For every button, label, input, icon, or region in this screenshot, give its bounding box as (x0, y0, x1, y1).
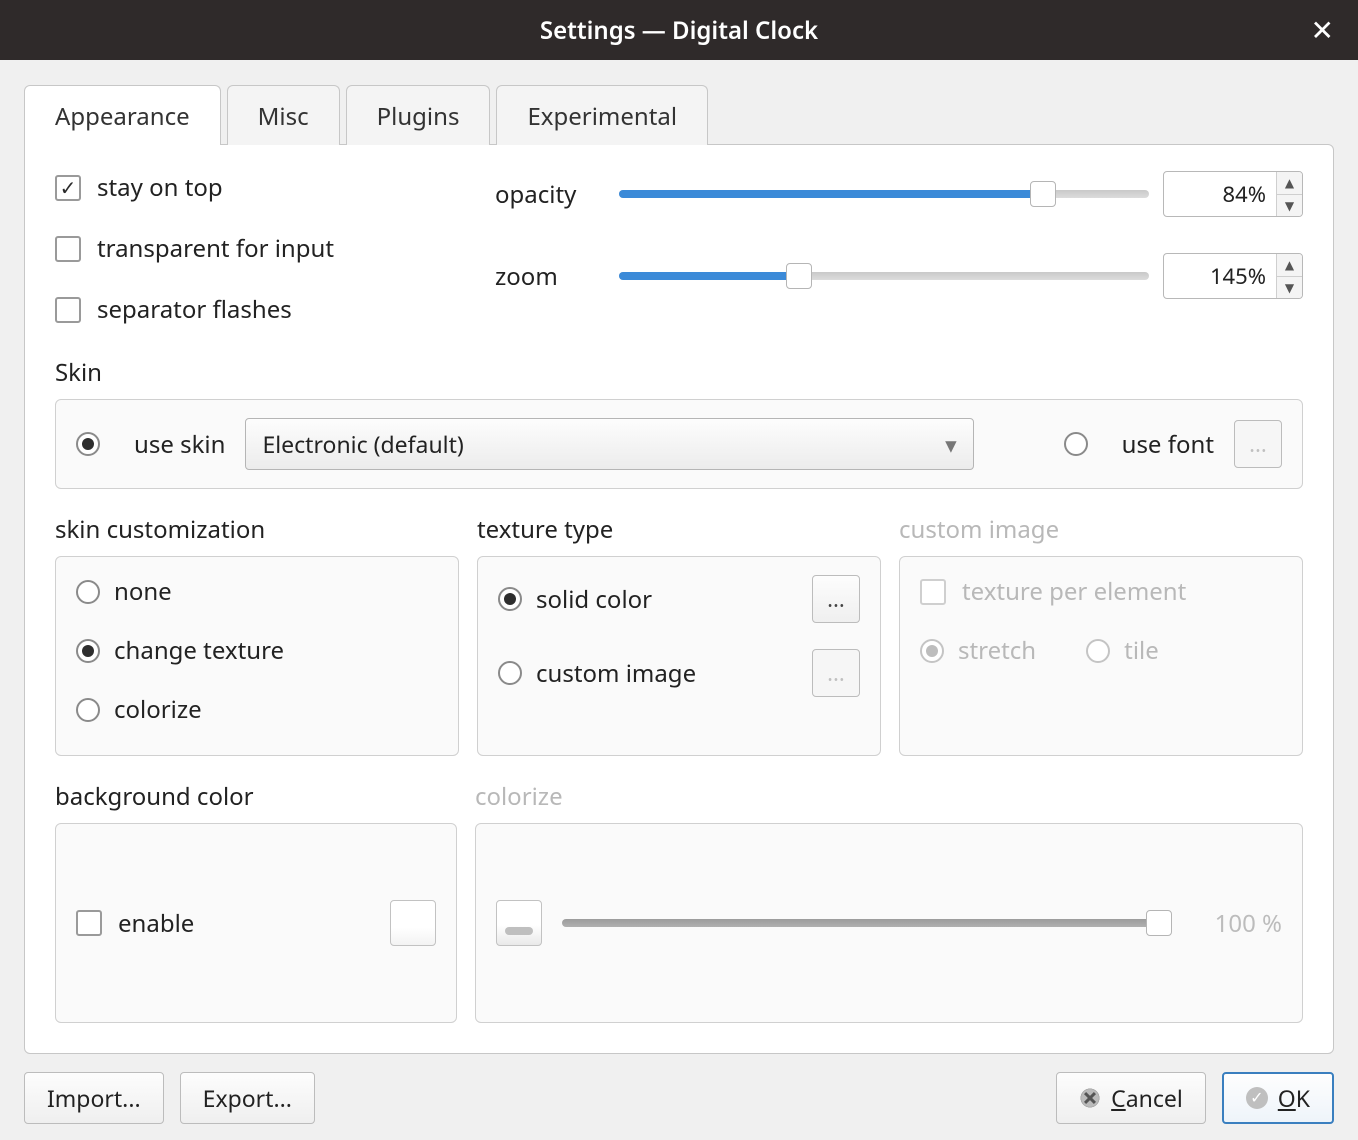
zoom-spin-down[interactable]: ▼ (1277, 277, 1302, 299)
solid-color-picker-button[interactable]: ... (812, 575, 860, 623)
zoom-value[interactable]: 145% (1164, 254, 1276, 298)
content-area: Appearance Misc Plugins Experimental sta… (0, 60, 1358, 1140)
use-skin-radio[interactable] (76, 432, 100, 456)
ok-button[interactable]: OK (1222, 1072, 1334, 1124)
window-options: stay on top transparent for input separa… (55, 171, 475, 326)
colorize-section-label: colorize (475, 780, 1303, 813)
tab-misc[interactable]: Misc (227, 85, 340, 145)
opacity-spin-down[interactable]: ▼ (1277, 195, 1302, 217)
skin-dropdown-value: Electronic (default) (262, 428, 463, 460)
cancel-button[interactable]: Cancel (1056, 1072, 1206, 1124)
close-icon[interactable]: ✕ (1311, 11, 1334, 49)
button-bar: Import... Export... Cancel OK (24, 1072, 1334, 1124)
use-skin-label: use skin (134, 428, 225, 461)
colorize-slider-thumb (1146, 910, 1172, 936)
custom-image-stretch-radio (920, 639, 944, 663)
skin-cust-none-label: none (114, 575, 172, 608)
skin-customization-label: skin customization (55, 513, 459, 546)
cancel-icon (1079, 1087, 1101, 1109)
custom-image-stretch-label: stretch (958, 634, 1036, 667)
custom-image-groupbox: texture per element stretch tile (899, 556, 1303, 756)
skin-cust-colorize-label: colorize (114, 693, 202, 726)
opacity-value[interactable]: 84% (1164, 172, 1276, 216)
skin-groupbox: use skin Electronic (default) ▾ use font… (55, 399, 1303, 489)
opacity-spin-up[interactable]: ▲ (1277, 172, 1302, 195)
texture-per-element-checkbox (920, 579, 946, 605)
tab-panel-appearance: stay on top transparent for input separa… (24, 144, 1334, 1054)
skin-cust-change-texture-label: change texture (114, 634, 284, 667)
custom-image-tile-label: tile (1124, 634, 1159, 667)
zoom-slider[interactable] (619, 272, 1149, 280)
custom-image-picker-button: ... (812, 649, 860, 697)
colorize-swatch (496, 900, 542, 946)
opacity-slider-thumb[interactable] (1030, 181, 1056, 207)
tab-bar: Appearance Misc Plugins Experimental (24, 84, 1334, 144)
transparent-for-input-checkbox[interactable] (55, 236, 81, 262)
zoom-spin-up[interactable]: ▲ (1277, 254, 1302, 277)
use-font-radio[interactable] (1064, 432, 1088, 456)
background-color-section-label: background color (55, 780, 457, 813)
titlebar: Settings — Digital Clock ✕ (0, 0, 1358, 60)
texture-solid-color-label: solid color (536, 583, 652, 616)
skin-cust-change-texture-radio[interactable] (76, 639, 100, 663)
export-button[interactable]: Export... (180, 1072, 315, 1124)
skin-cust-none-radio[interactable] (76, 580, 100, 604)
chevron-down-icon: ▾ (945, 428, 957, 460)
bg-enable-checkbox[interactable] (76, 910, 102, 936)
bg-color-swatch[interactable] (390, 900, 436, 946)
zoom-label: zoom (495, 260, 605, 293)
ok-icon (1246, 1087, 1268, 1109)
opacity-slider[interactable] (619, 190, 1149, 198)
zoom-slider-thumb[interactable] (786, 263, 812, 289)
bg-enable-label: enable (118, 907, 194, 940)
texture-type-groupbox: solid color ... custom image ... (477, 556, 881, 756)
skin-section-label: Skin (55, 356, 1303, 389)
custom-image-section-label: custom image (899, 513, 1303, 546)
import-button[interactable]: Import... (24, 1072, 164, 1124)
background-color-groupbox: enable (55, 823, 457, 1023)
colorize-slider (562, 919, 1172, 927)
opacity-spinbox[interactable]: 84% ▲ ▼ (1163, 171, 1303, 217)
transparent-for-input-label: transparent for input (97, 232, 334, 265)
skin-dropdown[interactable]: Electronic (default) ▾ (245, 418, 973, 470)
use-font-label: use font (1122, 428, 1214, 461)
font-picker-button[interactable]: ... (1234, 420, 1282, 468)
window-title: Settings — Digital Clock (540, 14, 818, 47)
zoom-spinbox[interactable]: 145% ▲ ▼ (1163, 253, 1303, 299)
skin-cust-colorize-radio[interactable] (76, 698, 100, 722)
texture-per-element-label: texture per element (962, 575, 1186, 608)
tab-experimental[interactable]: Experimental (496, 85, 708, 145)
colorize-groupbox: 100 % (475, 823, 1303, 1023)
texture-solid-color-radio[interactable] (498, 587, 522, 611)
stay-on-top-label: stay on top (97, 171, 223, 204)
slider-column: opacity 84% ▲ ▼ zoom (495, 171, 1303, 299)
texture-custom-image-label: custom image (536, 657, 696, 690)
cancel-button-label: Cancel (1111, 1082, 1183, 1114)
tab-plugins[interactable]: Plugins (346, 85, 491, 145)
stay-on-top-checkbox[interactable] (55, 175, 81, 201)
tab-appearance[interactable]: Appearance (24, 85, 221, 145)
separator-flashes-label: separator flashes (97, 293, 292, 326)
custom-image-tile-radio (1086, 639, 1110, 663)
skin-customization-groupbox: none change texture colorize (55, 556, 459, 756)
colorize-pct-label: 100 % (1192, 907, 1282, 940)
ok-button-label: OK (1278, 1082, 1310, 1114)
opacity-label: opacity (495, 178, 605, 211)
texture-custom-image-radio[interactable] (498, 661, 522, 685)
separator-flashes-checkbox[interactable] (55, 297, 81, 323)
texture-type-label: texture type (477, 513, 881, 546)
